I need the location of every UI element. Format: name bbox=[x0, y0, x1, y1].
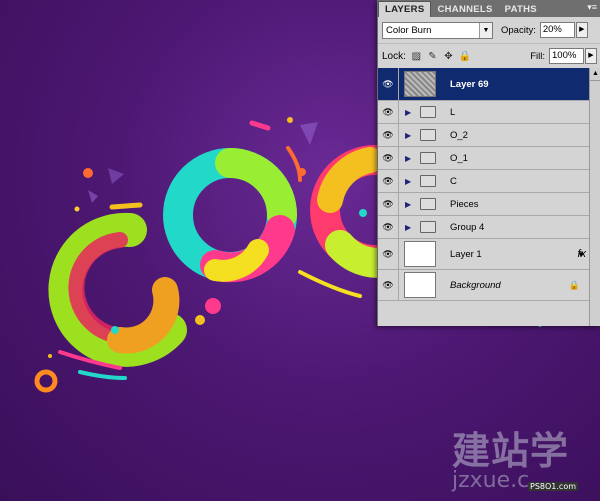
layers-list: 👁 Layer 69 👁 ▶ L 👁 ▶ O_2 👁 ▶ O_1 👁 ▶ C 👁… bbox=[378, 68, 590, 301]
layer-name: Background bbox=[450, 279, 501, 291]
layer-name: L bbox=[450, 106, 456, 118]
folder-icon bbox=[420, 129, 436, 141]
fill-slider-arrow-icon[interactable]: ▶ bbox=[585, 48, 597, 64]
folder-icon bbox=[420, 175, 436, 187]
blend-mode-select[interactable]: Color Burn ▼ bbox=[382, 21, 493, 39]
opacity-label: Opacity: bbox=[501, 24, 536, 36]
layer-name: Group 4 bbox=[450, 221, 485, 233]
chevron-down-icon: ▼ bbox=[479, 22, 492, 38]
layer-row-background[interactable]: 👁 Background 🔒 bbox=[378, 270, 590, 301]
layer-row-group[interactable]: 👁 ▶ Group 4 bbox=[378, 216, 590, 239]
watermark-small: PS8O1.com bbox=[528, 482, 579, 491]
tab-layers[interactable]: LAYERS bbox=[378, 1, 432, 17]
layer-row-group[interactable]: 👁 ▶ Pieces bbox=[378, 193, 590, 216]
tab-channels[interactable]: CHANNELS bbox=[431, 2, 498, 17]
tab-paths[interactable]: PATHS bbox=[499, 2, 543, 17]
eye-icon[interactable]: 👁 bbox=[378, 101, 399, 123]
lock-brush-icon[interactable]: ✎ bbox=[427, 51, 438, 62]
panel-menu-icon[interactable]: ▾≡ bbox=[587, 2, 597, 13]
layers-scrollbar[interactable]: ▲ bbox=[589, 68, 600, 326]
layer-name: O_1 bbox=[450, 152, 468, 164]
eye-icon[interactable]: 👁 bbox=[378, 124, 399, 146]
layer-name: Layer 1 bbox=[450, 248, 482, 260]
opacity-slider-arrow-icon[interactable]: ▶ bbox=[575, 22, 588, 38]
eye-icon[interactable]: 👁 bbox=[378, 270, 399, 300]
folder-icon bbox=[420, 152, 436, 164]
blend-row: Color Burn ▼ Opacity: 20% ▶ bbox=[378, 17, 600, 44]
layer-name: Pieces bbox=[450, 198, 479, 210]
lock-transparent-icon[interactable]: ▨ bbox=[411, 51, 422, 62]
layer-thumbnail bbox=[404, 272, 436, 298]
layer-row-group[interactable]: 👁 ▶ L bbox=[378, 101, 590, 124]
expand-triangle-icon[interactable]: ▶ bbox=[405, 108, 415, 117]
folder-icon bbox=[420, 221, 436, 233]
lock-icon: 🔒 bbox=[568, 279, 580, 290]
opacity-input[interactable]: 20% bbox=[539, 22, 575, 38]
scroll-up-icon[interactable]: ▲ bbox=[590, 68, 600, 81]
expand-triangle-icon[interactable]: ▶ bbox=[405, 177, 415, 186]
layer-thumbnail bbox=[404, 71, 436, 97]
layer-row-group[interactable]: 👁 ▶ C bbox=[378, 170, 590, 193]
eye-icon[interactable]: 👁 bbox=[378, 147, 399, 169]
eye-icon[interactable]: 👁 bbox=[378, 239, 399, 269]
blend-mode-value: Color Burn bbox=[386, 24, 432, 36]
folder-icon bbox=[420, 198, 436, 210]
fx-expand-icon[interactable]: ▼ bbox=[577, 250, 585, 259]
lock-row: Lock: ▨ ✎ ✥ 🔒 Fill: 100% ▶ bbox=[378, 44, 600, 69]
panel-tabs: LAYERS CHANNELS PATHS ▾≡ bbox=[378, 0, 600, 17]
lock-move-icon[interactable]: ✥ bbox=[443, 51, 454, 62]
fill-input[interactable]: 100% bbox=[549, 48, 584, 64]
lock-label: Lock: bbox=[382, 50, 406, 62]
letter-o-1 bbox=[163, 148, 297, 283]
layer-name: O_2 bbox=[450, 129, 468, 141]
layer-row-group[interactable]: 👁 ▶ O_2 bbox=[378, 124, 590, 147]
expand-triangle-icon[interactable]: ▶ bbox=[405, 223, 415, 232]
eye-icon[interactable]: 👁 bbox=[378, 193, 399, 215]
expand-triangle-icon[interactable]: ▶ bbox=[405, 200, 415, 209]
layer-name: C bbox=[450, 175, 457, 187]
watermark-url: jzxue.c bbox=[452, 468, 530, 493]
eye-icon[interactable]: 👁 bbox=[378, 68, 399, 100]
layer-thumbnail bbox=[404, 241, 436, 267]
eye-icon[interactable]: 👁 bbox=[378, 170, 399, 192]
layers-panel: LAYERS CHANNELS PATHS ▾≡ Color Burn ▼ Op… bbox=[377, 0, 600, 326]
layer-name: Layer 69 bbox=[450, 78, 489, 90]
lock-all-icon[interactable]: 🔒 bbox=[459, 51, 471, 62]
fill-label: Fill: bbox=[530, 50, 545, 62]
expand-triangle-icon[interactable]: ▶ bbox=[405, 154, 415, 163]
watermark-logo: 建站学 bbox=[452, 429, 570, 473]
eye-icon[interactable]: 👁 bbox=[378, 216, 399, 238]
layer-row-layer-69[interactable]: 👁 Layer 69 bbox=[378, 68, 590, 101]
layer-row-layer-1[interactable]: 👁 Layer 1 fx bbox=[378, 239, 590, 270]
expand-triangle-icon[interactable]: ▶ bbox=[405, 131, 415, 140]
layer-row-group[interactable]: 👁 ▶ O_1 bbox=[378, 147, 590, 170]
folder-icon bbox=[420, 106, 436, 118]
